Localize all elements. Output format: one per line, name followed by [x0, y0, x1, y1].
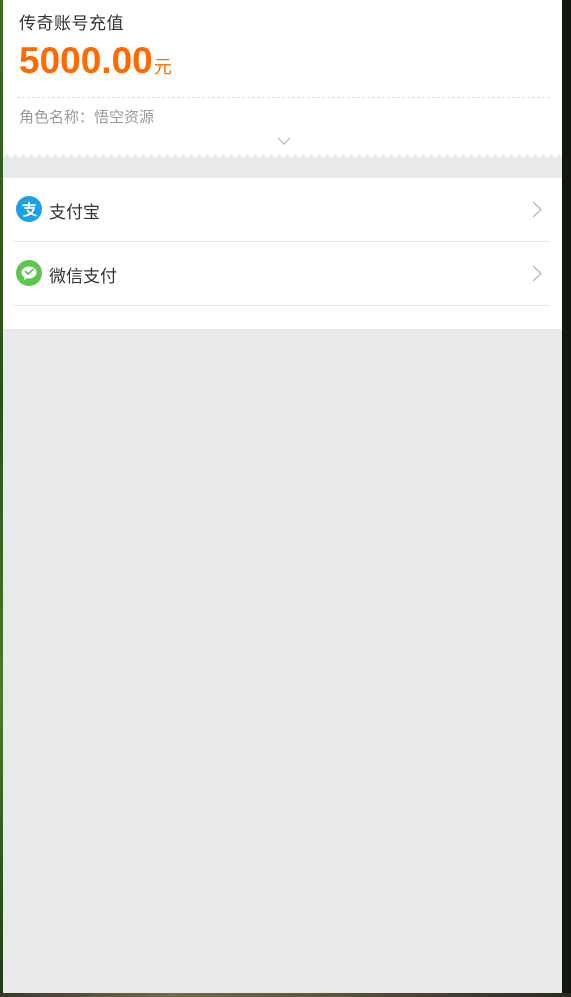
payment-method-list: 支付宝 微信支付	[3, 178, 562, 329]
chevron-down-icon[interactable]	[277, 136, 291, 146]
payment-option-label: 支付宝	[49, 203, 100, 223]
alipay-icon	[16, 196, 42, 222]
amount-unit: 元	[153, 57, 172, 78]
chevron-right-icon	[532, 265, 542, 282]
zigzag-edge	[3, 154, 562, 162]
order-summary-card: 传奇账号充值 5000.00元 角色名称：悟空资源	[3, 0, 562, 162]
background-right-edge	[562, 0, 571, 997]
dashed-divider	[17, 97, 550, 98]
payment-option-alipay[interactable]: 支付宝	[13, 178, 550, 242]
amount-value: 5000.00	[19, 40, 153, 81]
payment-option-wechat-pay[interactable]: 微信支付	[13, 242, 550, 306]
order-title: 传奇账号充值	[19, 14, 124, 34]
role-info: 角色名称：悟空资源	[19, 106, 154, 127]
chevron-right-icon	[532, 201, 542, 218]
payment-sheet: 传奇账号充值 5000.00元 角色名称：悟空资源 支付宝 微信支付	[3, 0, 562, 993]
wechat-pay-icon	[16, 260, 42, 286]
role-name: 悟空资源	[94, 108, 155, 126]
background-bottom-edge	[0, 993, 571, 997]
order-amount: 5000.00元	[19, 40, 172, 82]
role-label: 角色名称：	[19, 108, 95, 126]
payment-option-label: 微信支付	[49, 267, 117, 287]
